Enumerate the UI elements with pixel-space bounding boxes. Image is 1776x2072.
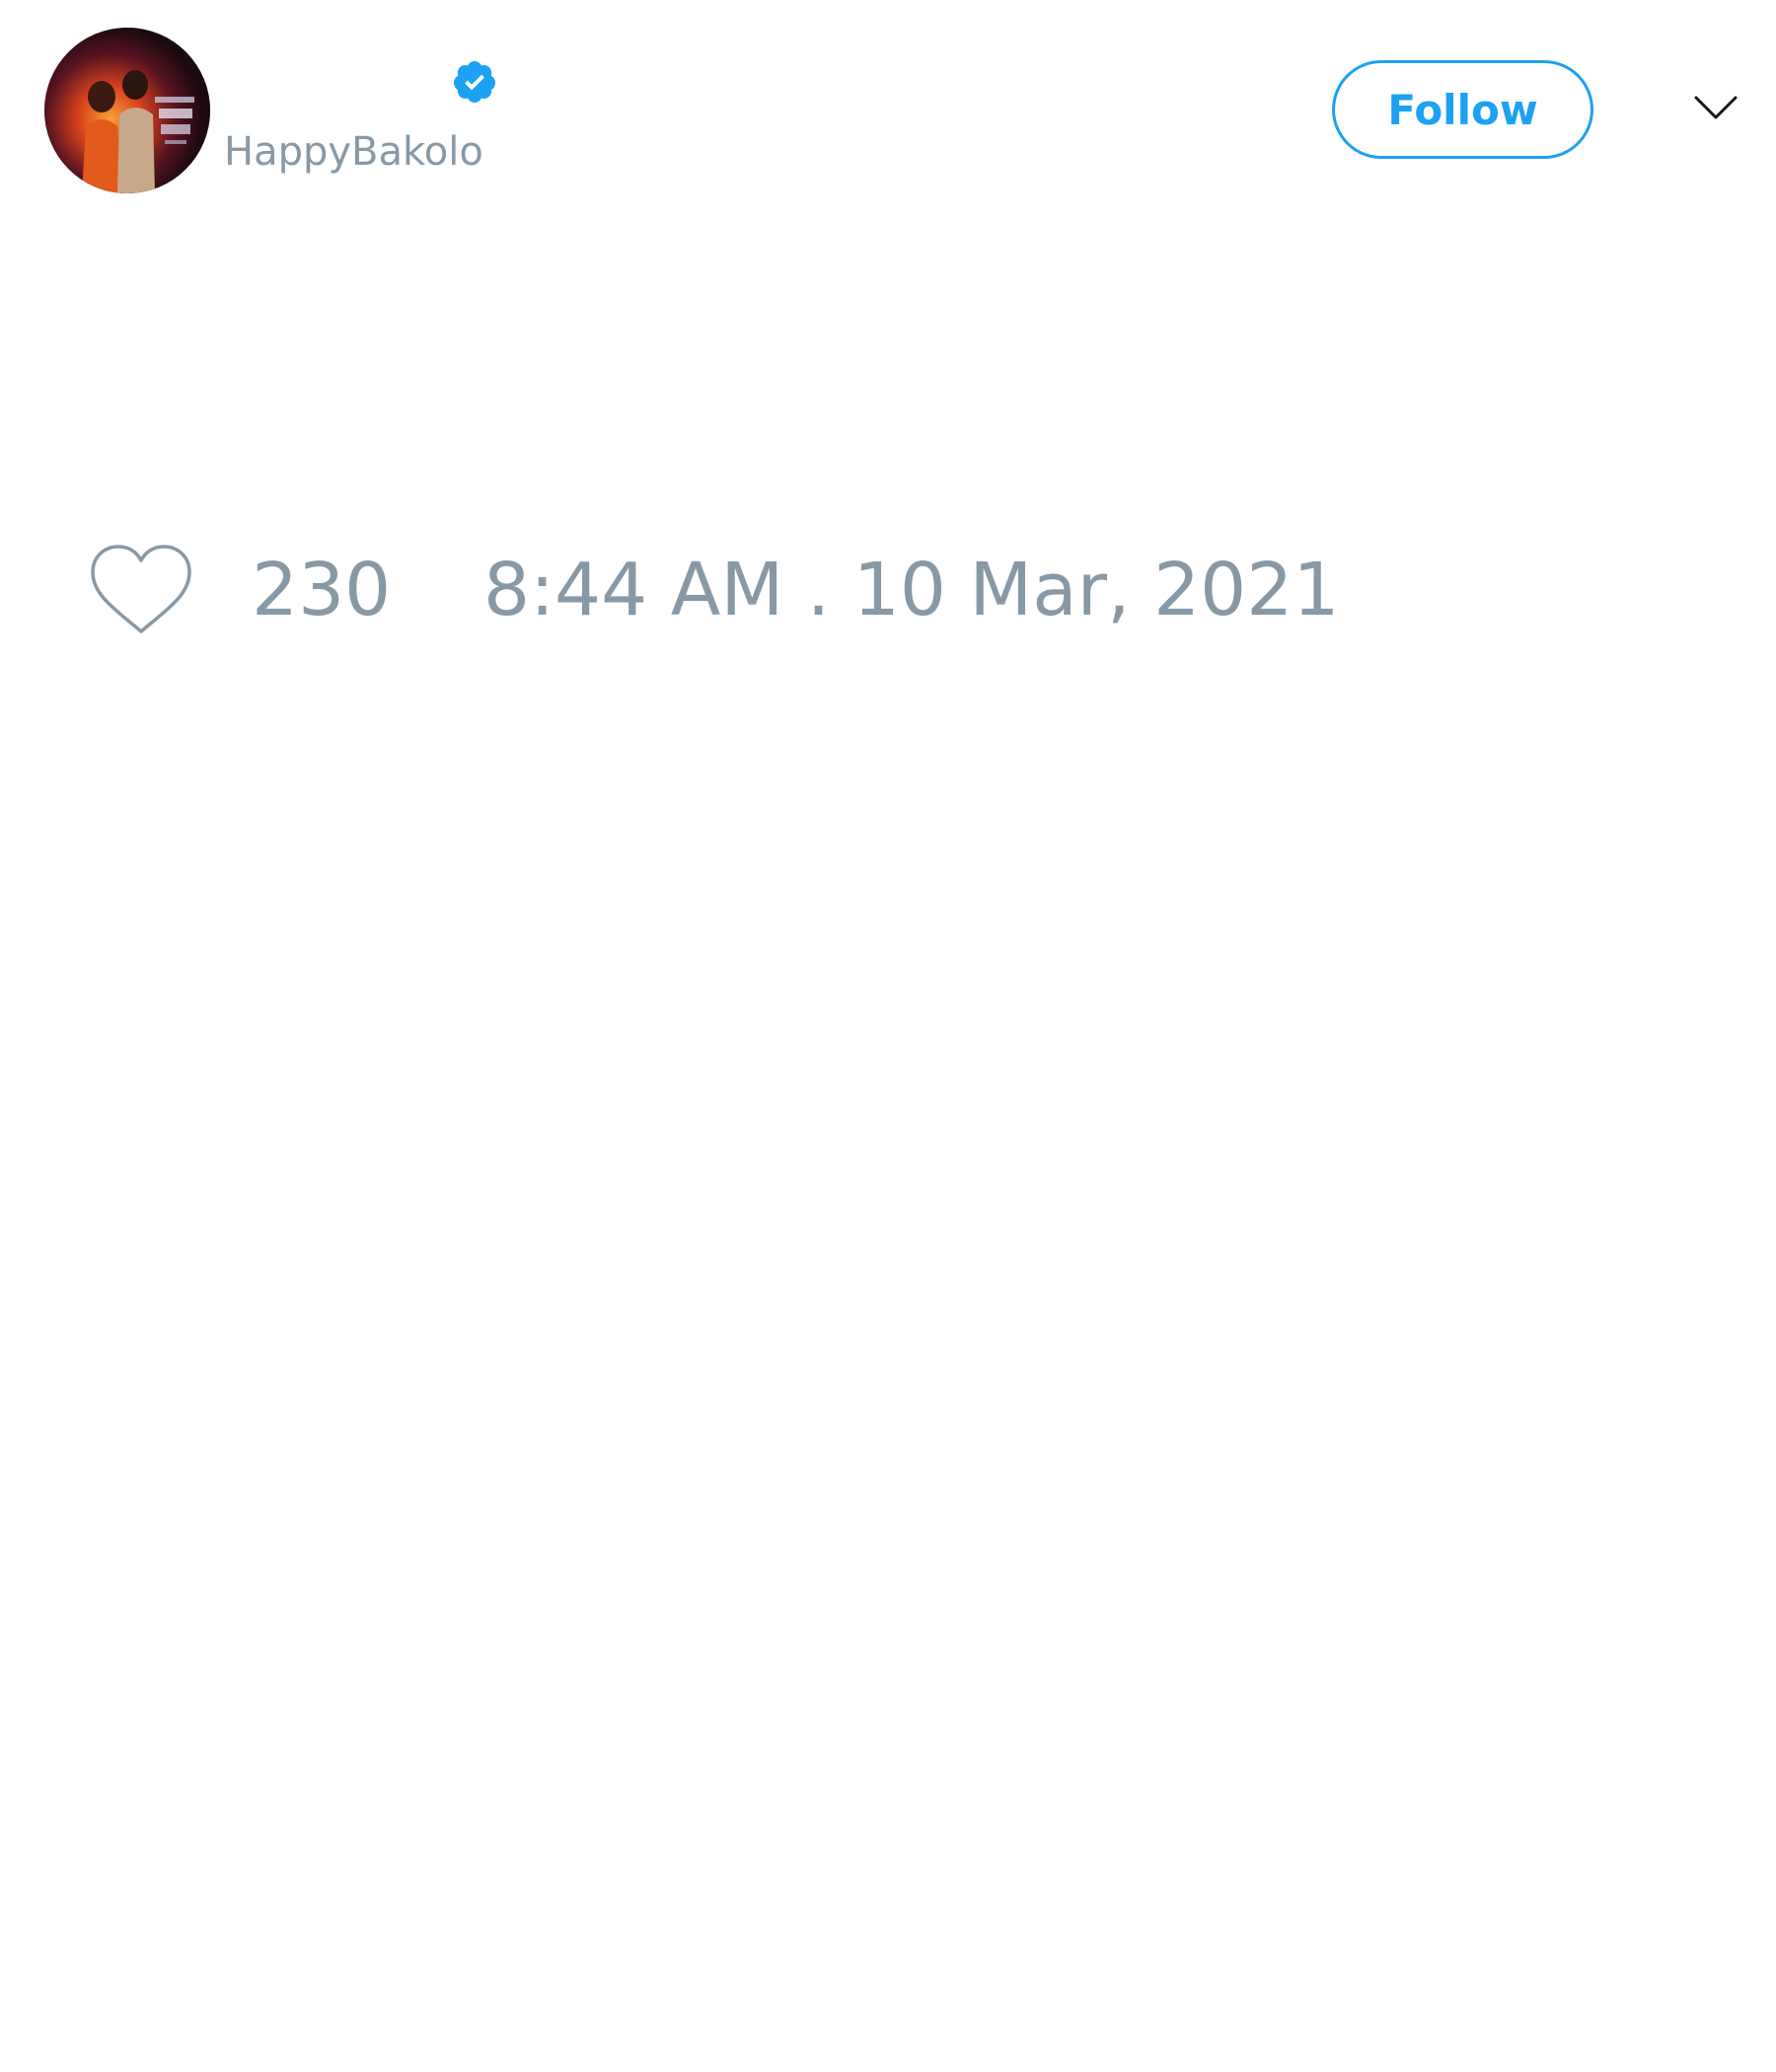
avatar[interactable] (44, 28, 210, 193)
tweet-header: HappyBakolo Follow (0, 0, 1776, 227)
user-handle[interactable]: HappyBakolo (224, 128, 483, 176)
avatar-image (44, 28, 210, 193)
follow-button[interactable]: Follow (1332, 60, 1593, 159)
tweet-timestamp[interactable]: 8:44 AM . 10 Mar, 2021 (483, 551, 1339, 629)
verified-badge-icon (453, 61, 495, 103)
like-count[interactable]: 230 (252, 551, 391, 629)
chevron-down-icon[interactable] (1692, 92, 1739, 125)
heart-icon[interactable] (89, 543, 193, 637)
